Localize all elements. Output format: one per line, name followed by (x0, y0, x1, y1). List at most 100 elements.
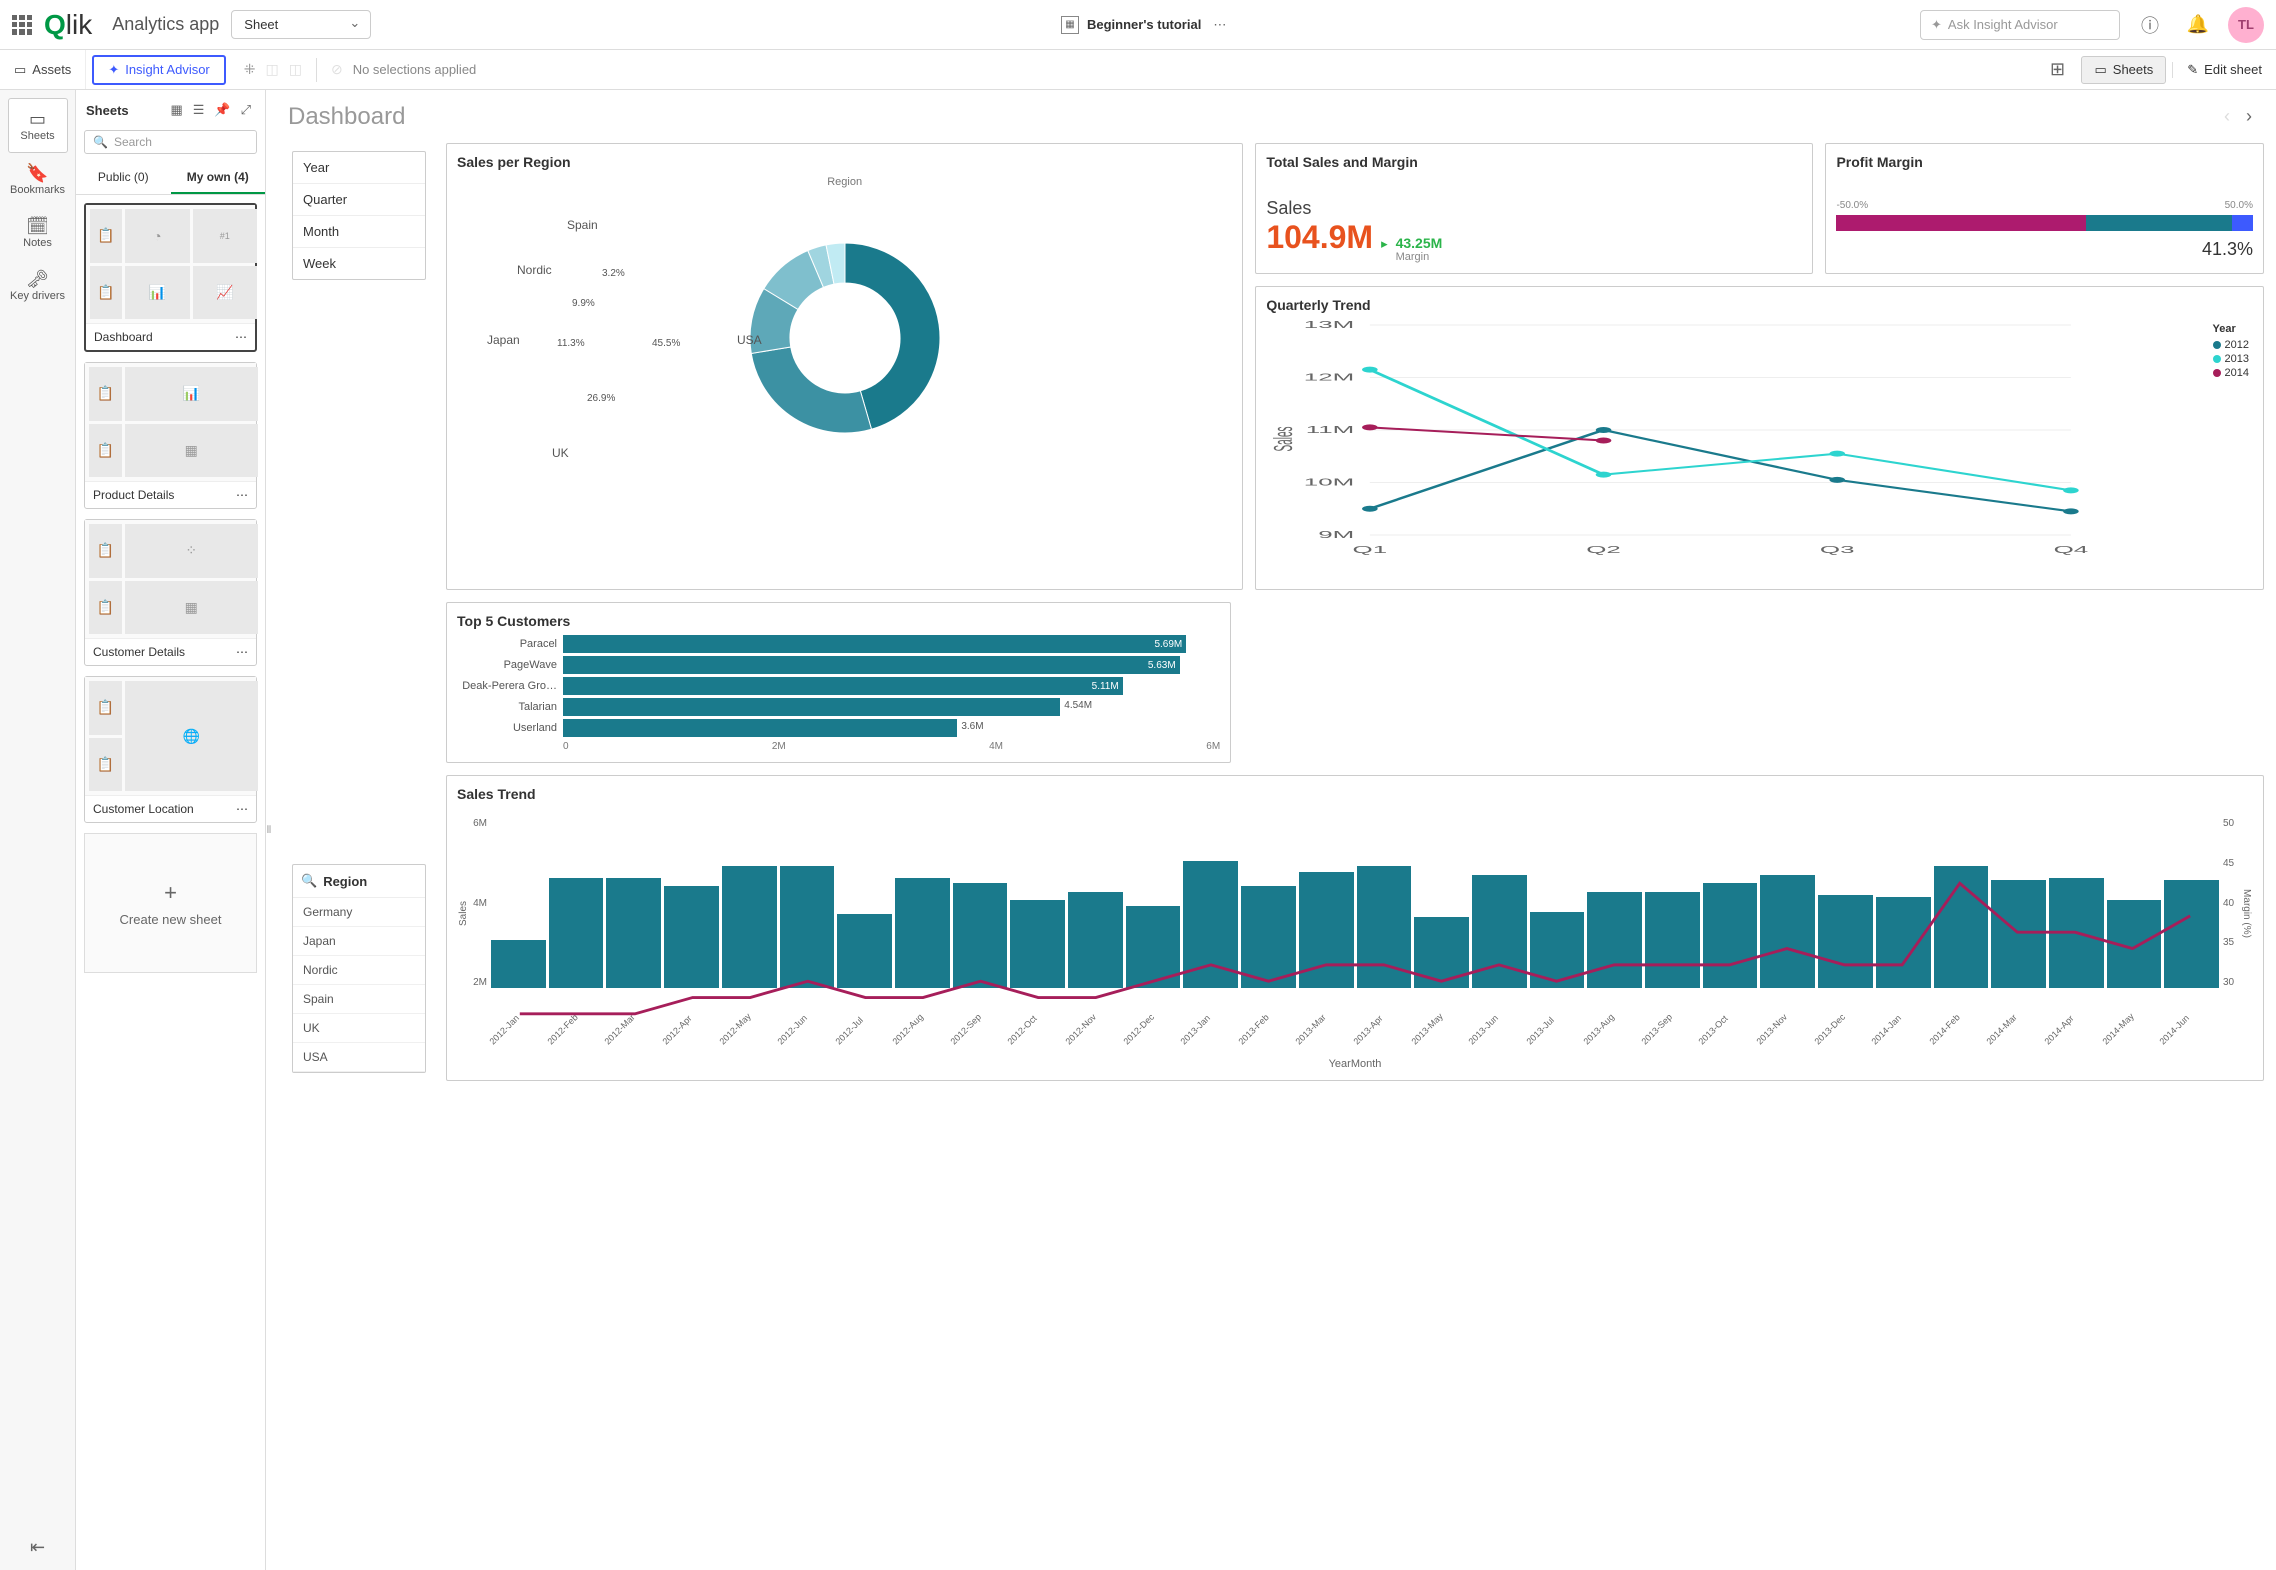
sheet-thumb-product-details[interactable]: 📋📊📋▦Product Details⋯ (84, 362, 257, 509)
region-filter-list: 🔍Region GermanyJapanNordicSpainUKUSA (292, 864, 426, 1073)
plus-icon: + (164, 880, 177, 906)
svg-text:11M: 11M (1306, 424, 1355, 435)
sheets-panel-title: Sheets (86, 103, 160, 118)
page-title: Dashboard (288, 103, 2216, 131)
pin-icon[interactable]: 📌 (210, 98, 234, 122)
sheets-search-input[interactable]: 🔍 Search (84, 130, 257, 154)
sheet-thumb-dashboard[interactable]: 📋◔#1📋📊📈Dashboard⋯ (84, 203, 257, 352)
help-icon[interactable]: ⓘ (2132, 7, 2168, 43)
smart-search-icon[interactable]: ⁜ (244, 61, 256, 78)
next-sheet-icon[interactable]: › (2238, 100, 2260, 133)
assets-button[interactable]: ▭ Assets (0, 50, 86, 89)
rail-sheets[interactable]: ▭ Sheets (8, 98, 68, 153)
qlik-logo[interactable]: Qlik (44, 9, 92, 41)
no-selections-text: No selections applied (353, 62, 477, 77)
grid-view-icon[interactable]: ⊞ (2039, 52, 2075, 88)
sheet-thumb-customer-location[interactable]: 📋🌐📋Customer Location⋯ (84, 676, 257, 823)
expand-icon[interactable]: ⤢ (237, 98, 255, 122)
breadcrumb-icon: ▦ (1061, 16, 1079, 34)
breadcrumb: ▦ Beginner's tutorial ⋯ (383, 13, 1908, 37)
filter-year[interactable]: Year (293, 152, 425, 184)
gauge-bar (1836, 215, 2253, 231)
app-launcher-icon[interactable] (12, 15, 32, 35)
avatar[interactable]: TL (2228, 7, 2264, 43)
create-new-sheet[interactable]: +Create new sheet (84, 833, 257, 973)
notifications-icon[interactable]: 🔔 (2180, 7, 2216, 43)
svg-text:12M: 12M (1304, 372, 1354, 383)
svg-text:Sales: Sales (1270, 426, 1299, 451)
kpi-indicator-icon: ▸ (1381, 236, 1388, 252)
breadcrumb-title[interactable]: Beginner's tutorial (1087, 17, 1201, 32)
kpi-value: 104.9M (1266, 219, 1373, 256)
insight-search-input[interactable]: ✦ Ask Insight Advisor (1920, 10, 2120, 40)
svg-text:Q4: Q4 (2054, 544, 2089, 555)
collapse-rail-icon[interactable]: ⇤ (18, 1525, 57, 1570)
sheets-rail-icon: ▭ (9, 109, 67, 130)
notes-icon: 🗓 (8, 216, 68, 237)
card-profit-margin[interactable]: Profit Margin -50.0%50.0% 41.3% (1825, 143, 2264, 274)
region-usa[interactable]: USA (293, 1043, 425, 1072)
breadcrumb-menu-icon[interactable]: ⋯ (1209, 13, 1230, 37)
region-germany[interactable]: Germany (293, 898, 425, 927)
toolbar: ▭ Assets ✦ Insight Advisor ⁜ ◫ ◫ ⊘ No se… (0, 50, 2276, 90)
sheet-thumb-customer-details[interactable]: 📋⁘📋▦Customer Details⋯ (84, 519, 257, 666)
menu-icon[interactable]: ⋯ (236, 645, 248, 659)
bar-talarian[interactable]: Talarian4.54M (457, 698, 1220, 716)
rail-keydrivers[interactable]: 🗝 Key drivers (8, 259, 68, 312)
region-uk[interactable]: UK (293, 1014, 425, 1043)
menu-icon[interactable]: ⋯ (235, 330, 247, 344)
pencil-icon: ✎ (2187, 62, 2198, 78)
filter-quarter[interactable]: Quarter (293, 184, 425, 216)
insight-advisor-button[interactable]: ✦ Insight Advisor (92, 55, 225, 85)
svg-text:Q1: Q1 (1353, 544, 1388, 555)
sheet-dropdown[interactable]: Sheet (231, 10, 371, 39)
card-sales-trend[interactable]: Sales Trend 6M4M2M 5045403530 Sales Marg… (446, 775, 2264, 1081)
key-icon: 🗝 (8, 269, 68, 290)
card-sales-per-region[interactable]: Sales per Region Region USAUKJapanNordic… (446, 143, 1243, 590)
left-rail: ▭ Sheets 🔖 Bookmarks 🗓 Notes 🗝 Key drive… (0, 90, 76, 1570)
menu-icon[interactable]: ⋯ (236, 488, 248, 502)
bar-paracel[interactable]: Paracel5.69M (457, 635, 1220, 653)
svg-text:13M: 13M (1304, 319, 1354, 330)
sparkle-icon: ✦ (1931, 17, 1942, 33)
rail-notes[interactable]: 🗓 Notes (8, 206, 68, 259)
prev-sheet-icon[interactable]: ‹ (2216, 100, 2238, 133)
bookmark-icon: 🔖 (8, 163, 68, 184)
svg-text:10M: 10M (1304, 477, 1354, 488)
search-icon: 🔍 (301, 873, 317, 889)
tab-my-own[interactable]: My own (4) (171, 162, 266, 194)
assets-icon: ▭ (14, 62, 26, 78)
card-top5-customers[interactable]: Top 5 Customers Paracel5.69MPageWave5.63… (446, 602, 1231, 763)
bar-pagewave[interactable]: PageWave5.63M (457, 656, 1220, 674)
region-nordic[interactable]: Nordic (293, 956, 425, 985)
region-spain[interactable]: Spain (293, 985, 425, 1014)
topbar: Qlik Analytics app Sheet ▦ Beginner's tu… (0, 0, 2276, 50)
card-quarterly-trend[interactable]: Quarterly Trend 9M10M11M12M13MQ1Q2Q3Q4Sa… (1255, 286, 2264, 590)
rail-bookmarks[interactable]: 🔖 Bookmarks (8, 153, 68, 206)
filter-month[interactable]: Month (293, 216, 425, 248)
selection-back-icon[interactable]: ◫ (266, 61, 279, 78)
svg-text:Q2: Q2 (1587, 544, 1622, 555)
filter-column: YearQuarterMonthWeek 🔍Region GermanyJapa… (284, 143, 434, 1081)
bar-deak-perera gro…[interactable]: Deak-Perera Gro…5.11M (457, 677, 1220, 695)
filter-week[interactable]: Week (293, 248, 425, 279)
grid-view-toggle-icon[interactable]: ▦ (166, 98, 186, 122)
bar-userland[interactable]: Userland3.6M (457, 719, 1220, 737)
app-name: Analytics app (112, 14, 219, 35)
edit-sheet-button[interactable]: ✎ Edit sheet (2172, 62, 2276, 78)
svg-text:Q3: Q3 (1820, 544, 1855, 555)
menu-icon[interactable]: ⋯ (236, 802, 248, 816)
time-filter-list: YearQuarterMonthWeek (292, 151, 426, 280)
sheets-button[interactable]: ▭ Sheets (2081, 56, 2166, 84)
tab-public[interactable]: Public (0) (76, 162, 171, 194)
clear-selections-icon[interactable]: ⊘ (331, 61, 343, 78)
sheets-panel: Sheets ▦ ☰ 📌 ⤢ 🔍 Search Public (0) My ow… (76, 90, 266, 1570)
region-japan[interactable]: Japan (293, 927, 425, 956)
svg-text:9M: 9M (1319, 529, 1355, 540)
list-view-toggle-icon[interactable]: ☰ (189, 98, 209, 122)
dashboard-area: Dashboard ‹ › YearQuarterMonthWeek 🔍Regi… (272, 90, 2276, 1570)
card-kpi[interactable]: Total Sales and Margin Sales 104.9M ▸ 43… (1255, 143, 1813, 274)
selection-forward-icon[interactable]: ◫ (289, 61, 302, 78)
search-icon: 🔍 (93, 135, 108, 149)
sheets-icon: ▭ (2094, 62, 2106, 78)
